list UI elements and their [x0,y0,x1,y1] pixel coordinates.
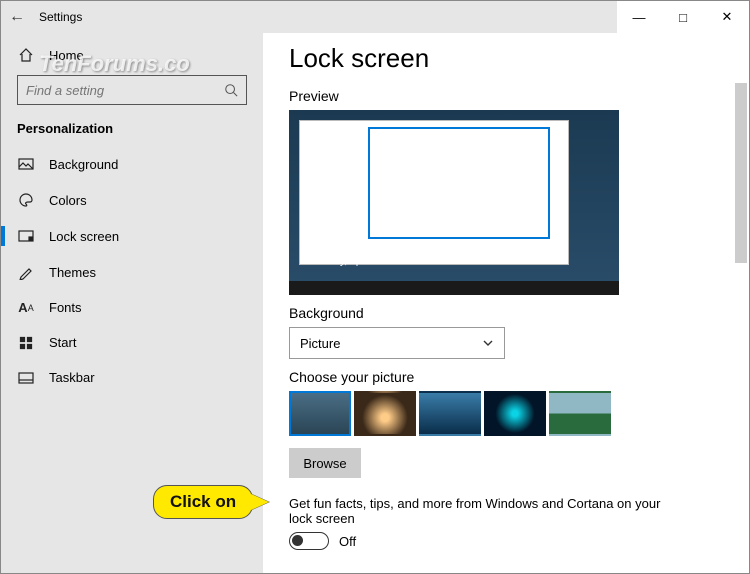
funfacts-toggle[interactable] [289,532,329,550]
page-heading: Lock screen [289,43,723,74]
preview-label: Preview [289,88,723,104]
sidebar-item-start[interactable]: Start [1,325,263,360]
sidebar-item-colors[interactable]: Colors [1,182,263,218]
category-label: Personalization [1,115,263,146]
home-icon [17,47,35,63]
content-area: Lock screen Preview 9:59 Tuesday, April … [263,33,749,573]
sidebar-label: Background [49,157,118,172]
sidebar-item-fonts[interactable]: AA Fonts [1,290,263,325]
back-button[interactable]: ← [1,8,33,26]
lock-screen-preview: 9:59 Tuesday, April 9 [289,110,619,295]
sidebar-item-themes[interactable]: Themes [1,254,263,290]
sidebar-label: Fonts [49,300,82,315]
annotation-callout: Click on [153,485,269,519]
search-icon [224,83,238,97]
sidebar-item-taskbar[interactable]: Taskbar [1,360,263,395]
start-icon [17,336,35,350]
callout-text: Click on [153,485,253,519]
titlebar: ← Settings — □ ✕ [1,1,749,33]
home-link[interactable]: Home [1,39,263,71]
search-box[interactable] [17,75,247,105]
lock-screen-icon [17,228,35,244]
picture-thumbnails [289,391,723,436]
background-dropdown[interactable]: Picture [289,327,505,359]
app-title: Settings [33,10,82,24]
settings-window: ← Settings — □ ✕ Home Personalization [1,1,749,573]
themes-icon [17,264,35,280]
fonts-icon: AA [17,300,35,315]
picture-thumb-4[interactable] [484,391,546,436]
sidebar-label: Start [49,335,76,350]
preview-time: 9:59 [307,230,378,256]
close-button[interactable]: ✕ [705,1,749,33]
picture-thumb-1[interactable] [289,391,351,436]
preview-date: Tuesday, April 9 [307,256,378,267]
choose-picture-label: Choose your picture [289,369,723,385]
picture-thumb-5[interactable] [549,391,611,436]
dropdown-value: Picture [300,336,340,351]
picture-thumb-2[interactable] [354,391,416,436]
funfacts-label: Get fun facts, tips, and more from Windo… [289,496,669,526]
scrollbar-thumb[interactable] [735,83,747,263]
sidebar-item-background[interactable]: Background [1,146,263,182]
sidebar-label: Colors [49,193,87,208]
palette-icon [17,192,35,208]
picture-icon [17,156,35,172]
sidebar-label: Taskbar [49,370,95,385]
picture-thumb-3[interactable] [419,391,481,436]
home-label: Home [49,48,84,63]
search-input[interactable] [26,83,224,98]
toggle-state-label: Off [339,534,356,549]
minimize-button[interactable]: — [617,1,661,33]
sidebar-label: Lock screen [49,229,119,244]
maximize-button[interactable]: □ [661,1,705,33]
background-label: Background [289,305,723,321]
sidebar-label: Themes [49,265,96,280]
sidebar-item-lock-screen[interactable]: Lock screen [1,218,263,254]
taskbar-icon [17,372,35,384]
chevron-down-icon [482,337,494,349]
browse-button[interactable]: Browse [289,448,361,478]
callout-tail [251,494,269,510]
